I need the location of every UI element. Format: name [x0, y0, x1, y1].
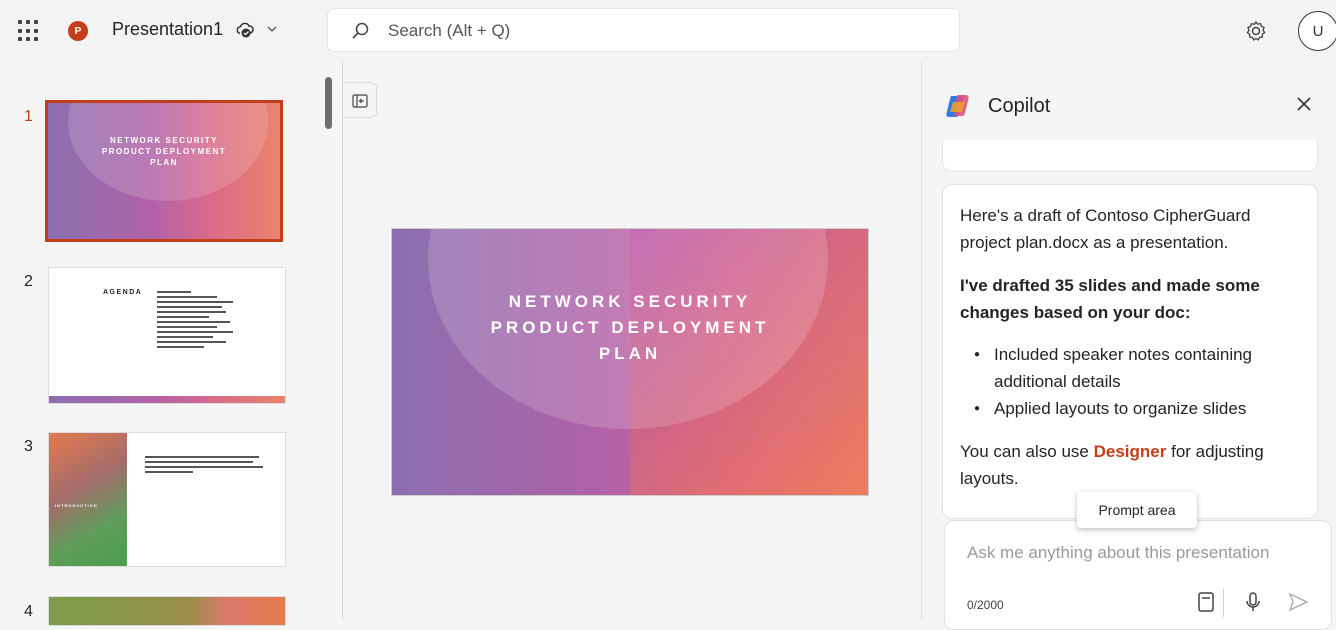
- document-title[interactable]: Presentation1: [112, 19, 223, 40]
- powerpoint-logo-icon: P: [68, 21, 88, 41]
- scrollbar-thumb[interactable]: [325, 77, 332, 129]
- slide-thumbnail-3[interactable]: INTRODUCTION: [48, 432, 286, 567]
- slide-thumbnail-4[interactable]: [48, 596, 286, 626]
- designer-hint: You can also use Designer for adjusting …: [960, 438, 1305, 492]
- prompt-area[interactable]: 0/2000: [944, 520, 1332, 630]
- slide-title-line2: PRODUCT DEPLOYMENT: [490, 318, 770, 337]
- slide-editor-canvas[interactable]: NETWORK SECURITY PRODUCT DEPLOYMENT PLAN: [343, 62, 921, 619]
- slide-title[interactable]: NETWORK SECURITY PRODUCT DEPLOYMENT PLAN: [392, 289, 868, 367]
- response-summary: I've drafted 35 slides and made some cha…: [960, 276, 1260, 322]
- response-bullets: Included speaker notes containing additi…: [960, 341, 1305, 422]
- slide-thumbnail-2[interactable]: AGENDA: [48, 267, 286, 404]
- cloud-saved-icon[interactable]: [236, 21, 254, 39]
- collapse-thumbnails-button[interactable]: [343, 82, 377, 118]
- agenda-lines: [157, 288, 243, 351]
- slide-thumbnail-1[interactable]: NETWORK SECURITY PRODUCT DEPLOYMENT PLAN: [45, 100, 283, 242]
- toolbar-separator: [1223, 589, 1224, 617]
- search-box[interactable]: [327, 8, 960, 52]
- designer-link[interactable]: Designer: [1094, 442, 1167, 461]
- copilot-pane: Copilot Here's a draft of Contoso Cipher…: [921, 62, 1336, 630]
- slide-thumbnail-pane: 1 NETWORK SECURITY PRODUCT DEPLOYMENT PL…: [0, 62, 343, 626]
- prompt-area-tooltip: Prompt area: [1077, 492, 1197, 528]
- copilot-response-card: Here's a draft of Contoso CipherGuard pr…: [942, 184, 1318, 519]
- search-icon: [352, 22, 369, 39]
- thumbnail-title: INTRODUCTION: [55, 503, 98, 508]
- search-input[interactable]: [388, 19, 928, 43]
- prompt-input[interactable]: [967, 543, 1317, 571]
- intro-lines: [145, 453, 265, 476]
- slide-title-line3: PLAN: [598, 344, 662, 363]
- current-slide[interactable]: NETWORK SECURITY PRODUCT DEPLOYMENT PLAN: [391, 228, 869, 496]
- list-item: Applied layouts to organize slides: [960, 395, 1305, 422]
- slide-number: 1: [24, 108, 33, 125]
- top-bar: P Presentation1 U: [0, 0, 1336, 62]
- copilot-title: Copilot: [988, 95, 1051, 117]
- copilot-logo-icon: [946, 95, 969, 117]
- slide-number: 2: [24, 273, 33, 290]
- gear-icon[interactable]: [1244, 19, 1268, 43]
- microphone-icon[interactable]: [1240, 589, 1266, 615]
- app-launcher-icon[interactable]: [18, 20, 40, 42]
- send-icon[interactable]: [1285, 589, 1311, 615]
- prompt-guide-icon[interactable]: [1193, 589, 1219, 615]
- slide-number: 3: [24, 438, 33, 455]
- character-counter: 0/2000: [967, 598, 1004, 612]
- panel-collapse-icon: [352, 94, 368, 108]
- list-item: Included speaker notes containing additi…: [960, 341, 1305, 395]
- slide-title-line1: NETWORK SECURITY: [508, 292, 752, 311]
- previous-message-card: [942, 140, 1318, 172]
- designer-hint-prefix: You can also use: [960, 442, 1089, 461]
- chevron-down-icon[interactable]: [265, 22, 279, 36]
- slide-number: 4: [24, 603, 33, 620]
- thumbnail-title: AGENDA: [103, 289, 143, 296]
- response-intro: Here's a draft of Contoso CipherGuard pr…: [960, 206, 1251, 252]
- avatar[interactable]: U: [1298, 11, 1336, 51]
- thumbnail-title: NETWORK SECURITY PRODUCT DEPLOYMENT PLAN: [101, 136, 227, 167]
- close-icon[interactable]: [1294, 94, 1314, 114]
